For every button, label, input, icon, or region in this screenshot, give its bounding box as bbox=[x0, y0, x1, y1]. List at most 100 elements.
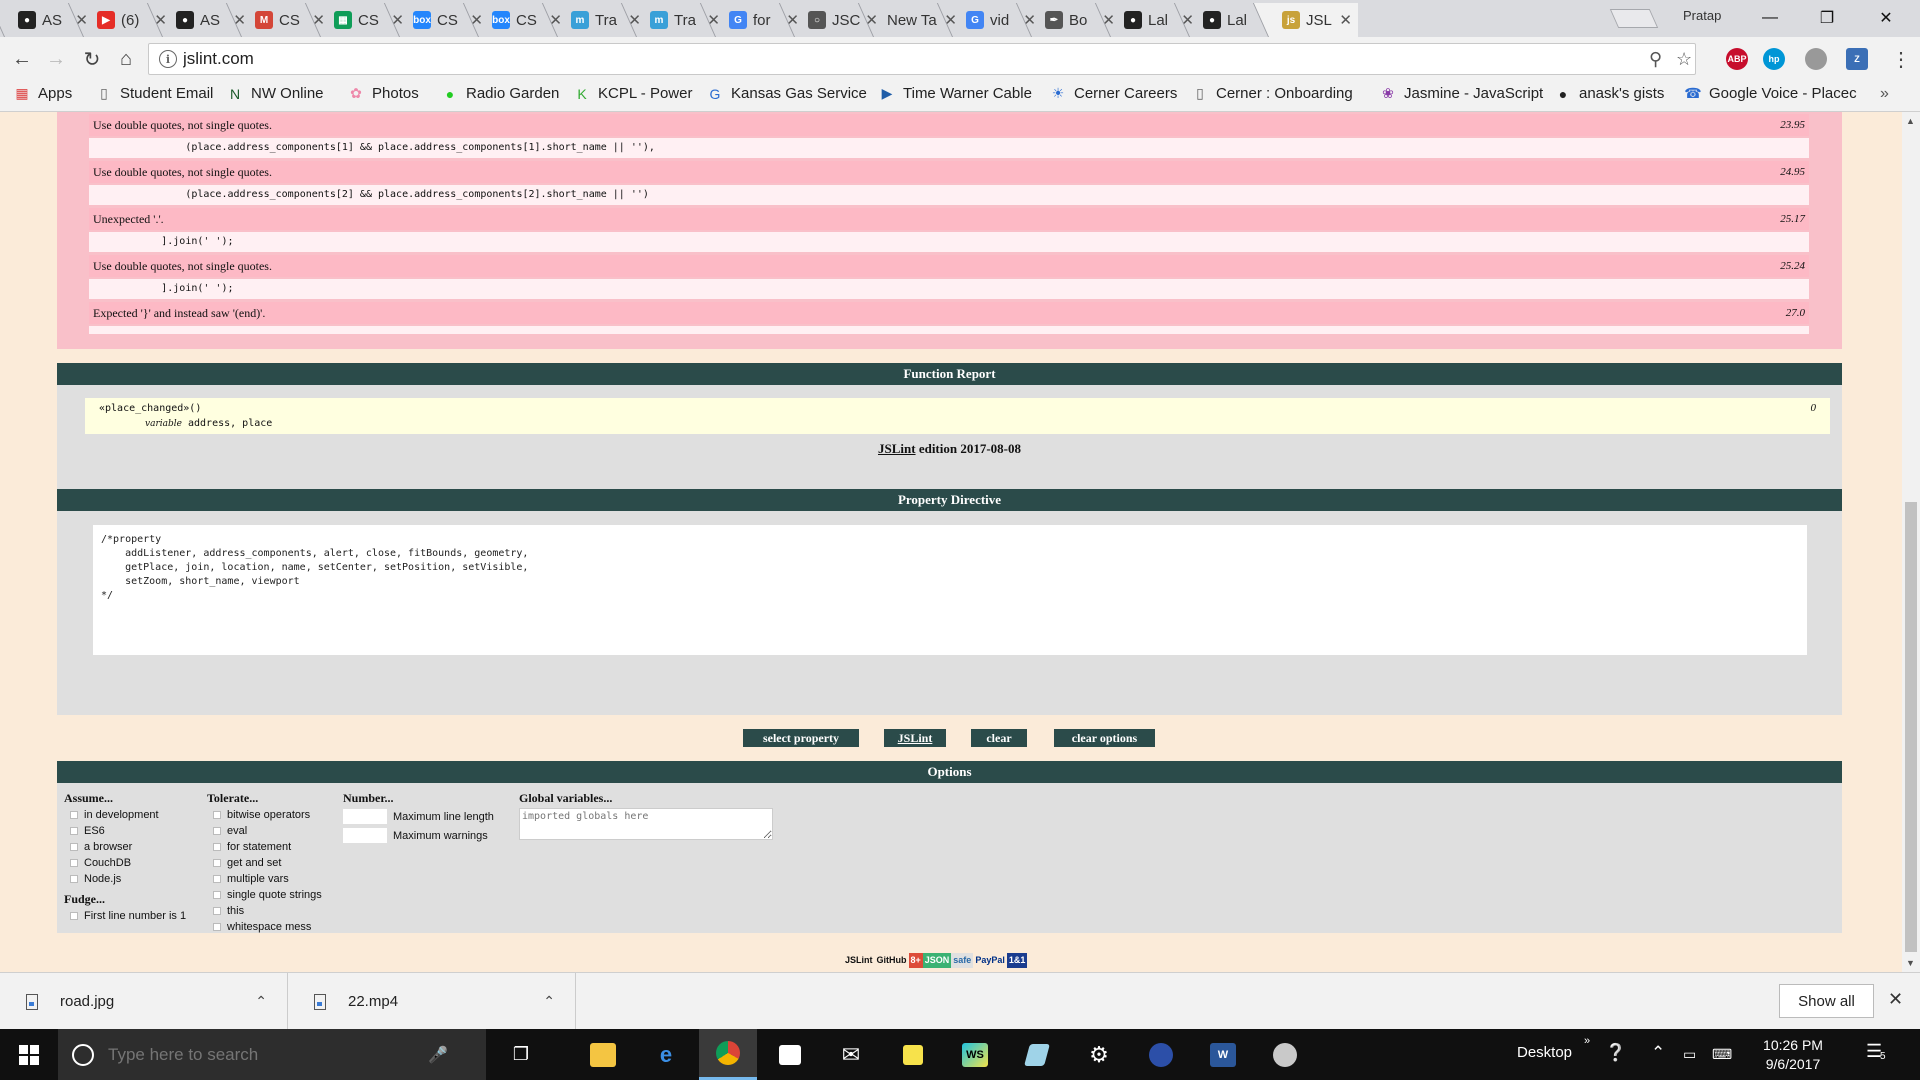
file-explorer-icon[interactable] bbox=[574, 1029, 632, 1080]
warning-location[interactable]: 24.95 bbox=[1780, 161, 1805, 183]
browser-tab[interactable]: js JSL ✕ bbox=[1252, 3, 1358, 37]
tolerate-option[interactable]: get and set bbox=[207, 855, 322, 871]
forward-arrow-icon[interactable]: → bbox=[42, 45, 70, 73]
download-item[interactable]: road.jpg ⌃ bbox=[0, 973, 288, 1030]
clock[interactable]: 10:26 PM 9/6/2017 bbox=[1752, 1036, 1834, 1074]
paint-icon[interactable] bbox=[1256, 1029, 1314, 1080]
clear-options-button[interactable]: clear options bbox=[1054, 729, 1155, 747]
clear-button[interactable]: clear bbox=[971, 729, 1027, 747]
warning-location[interactable]: 25.17 bbox=[1780, 208, 1805, 230]
checkbox[interactable] bbox=[213, 811, 221, 819]
restore-icon[interactable]: ❐ bbox=[1803, 4, 1851, 32]
download-menu-chevron-icon[interactable]: ⌃ bbox=[255, 993, 267, 1010]
mail-icon[interactable]: ✉ bbox=[822, 1029, 880, 1080]
page-scrollbar[interactable]: ▲ ▼ bbox=[1902, 112, 1920, 972]
assume-option[interactable]: in development bbox=[64, 807, 186, 823]
close-tab-icon[interactable]: ✕ bbox=[470, 11, 483, 29]
fudge-option[interactable]: First line number is 1 bbox=[64, 908, 186, 924]
assume-option[interactable]: Node.js bbox=[64, 871, 186, 887]
warning-location[interactable]: 23.95 bbox=[1780, 114, 1805, 136]
globals-input[interactable] bbox=[519, 808, 773, 840]
keyboard-icon[interactable]: ⌨ bbox=[1712, 1046, 1732, 1063]
close-tab-icon[interactable]: ✕ bbox=[1023, 11, 1036, 29]
bookmark-item[interactable]: ❀ Jasmine - JavaScript bbox=[1380, 85, 1543, 102]
checkbox[interactable] bbox=[213, 827, 221, 835]
footer-badge-github[interactable]: GitHub bbox=[874, 952, 909, 968]
assume-option[interactable]: ES6 bbox=[64, 823, 186, 839]
checkbox[interactable] bbox=[70, 827, 78, 835]
chrome-icon[interactable] bbox=[699, 1029, 757, 1080]
app-circle-icon[interactable] bbox=[1132, 1029, 1190, 1080]
bookmark-item[interactable]: ✿ Photos bbox=[348, 85, 419, 102]
battery-icon[interactable]: ▭ bbox=[1683, 1046, 1696, 1063]
bookmark-item[interactable]: ☎ Google Voice - Placec bbox=[1684, 85, 1856, 102]
task-view-icon[interactable]: ❐ bbox=[492, 1029, 550, 1080]
close-tab-icon[interactable]: ✕ bbox=[391, 11, 404, 29]
abp-extension-icon[interactable]: ABP bbox=[1726, 48, 1748, 70]
assume-option[interactable]: CouchDB bbox=[64, 855, 186, 871]
download-item[interactable]: 22.mp4 ⌃ bbox=[288, 973, 576, 1030]
action-center-icon[interactable]: ☰ 5 bbox=[1866, 1041, 1886, 1062]
close-tab-icon[interactable]: ✕ bbox=[944, 11, 957, 29]
close-download-bar-icon[interactable]: ✕ bbox=[1888, 989, 1903, 1010]
settings-gear-icon[interactable]: ⚙ bbox=[1070, 1029, 1128, 1080]
tolerate-option[interactable]: multiple vars bbox=[207, 871, 322, 887]
hp-extension-icon[interactable]: hp bbox=[1763, 48, 1785, 70]
checkbox[interactable] bbox=[70, 912, 78, 920]
reload-icon[interactable]: ↻ bbox=[78, 45, 106, 73]
close-tab-icon[interactable]: ✕ bbox=[549, 11, 562, 29]
scroll-thumb[interactable] bbox=[1905, 502, 1917, 952]
checkbox[interactable] bbox=[70, 811, 78, 819]
footer-badge-paypal[interactable]: PayPal bbox=[973, 952, 1007, 968]
close-tab-icon[interactable]: ✕ bbox=[1181, 11, 1194, 29]
notepad-icon[interactable] bbox=[1008, 1029, 1066, 1080]
close-window-icon[interactable]: ✕ bbox=[1862, 4, 1910, 32]
tolerate-option[interactable]: for statement bbox=[207, 839, 322, 855]
close-tab-icon[interactable]: ✕ bbox=[233, 11, 246, 29]
download-menu-chevron-icon[interactable]: ⌃ bbox=[543, 993, 555, 1010]
scroll-down-arrow-icon[interactable]: ▼ bbox=[1906, 958, 1915, 968]
assume-option[interactable]: a browser bbox=[64, 839, 186, 855]
footer-badge-jslint[interactable]: JSLint bbox=[843, 952, 875, 968]
bookmark-item[interactable]: ▯ Cerner : Onboarding bbox=[1192, 85, 1353, 102]
url-input[interactable] bbox=[183, 49, 1583, 69]
checkbox[interactable] bbox=[213, 923, 221, 931]
tolerate-option[interactable]: single quote strings bbox=[207, 887, 322, 903]
close-tab-icon[interactable]: ✕ bbox=[1339, 11, 1352, 29]
bookmark-star-icon[interactable]: ☆ bbox=[1676, 49, 1692, 70]
footer-badge-json[interactable]: JSON bbox=[922, 952, 952, 968]
close-tab-icon[interactable]: ✕ bbox=[865, 11, 878, 29]
z-extension-icon[interactable]: Z bbox=[1846, 48, 1868, 70]
number-input[interactable] bbox=[343, 809, 387, 824]
store-icon[interactable] bbox=[761, 1029, 819, 1080]
select-property-button[interactable]: select property bbox=[743, 729, 859, 747]
microphone-icon[interactable]: 🎤 bbox=[428, 1045, 448, 1065]
zoom-icon[interactable]: ⚲ bbox=[1649, 49, 1662, 70]
close-tab-icon[interactable]: ✕ bbox=[628, 11, 641, 29]
scroll-up-arrow-icon[interactable]: ▲ bbox=[1906, 116, 1915, 126]
profile-name[interactable]: Pratap bbox=[1683, 8, 1721, 23]
tolerate-option[interactable]: bitwise operators bbox=[207, 807, 322, 823]
checkbox[interactable] bbox=[70, 875, 78, 883]
home-icon[interactable]: ⌂ bbox=[112, 45, 140, 73]
webstorm-icon[interactable]: WS bbox=[946, 1029, 1004, 1080]
close-tab-icon[interactable]: ✕ bbox=[707, 11, 720, 29]
bookmark-item[interactable]: ▦ Apps bbox=[14, 85, 72, 102]
site-info-icon[interactable]: i bbox=[159, 50, 177, 68]
bookmark-item[interactable]: ● anask's gists bbox=[1555, 85, 1665, 102]
bookmark-item[interactable]: N NW Online bbox=[227, 85, 324, 102]
checkbox[interactable] bbox=[70, 859, 78, 867]
close-tab-icon[interactable]: ✕ bbox=[1102, 11, 1115, 29]
bookmark-item[interactable]: ▶ Time Warner Cable bbox=[879, 85, 1032, 102]
bookmark-item[interactable]: G Kansas Gas Service bbox=[707, 85, 867, 102]
show-all-button[interactable]: Show all bbox=[1779, 984, 1874, 1018]
footer-badge-8-[interactable]: 8+ bbox=[908, 952, 923, 968]
menu-icon[interactable]: ⋮ bbox=[1887, 45, 1915, 73]
close-tab-icon[interactable]: ✕ bbox=[75, 11, 88, 29]
help-icon[interactable]: ❔ bbox=[1605, 1043, 1626, 1063]
bookmark-item[interactable]: K KCPL - Power bbox=[574, 85, 692, 102]
bookmark-item[interactable]: ▯ Student Email bbox=[96, 85, 213, 102]
close-tab-icon[interactable]: ✕ bbox=[312, 11, 325, 29]
back-arrow-icon[interactable]: ← bbox=[8, 45, 36, 73]
close-tab-icon[interactable]: ✕ bbox=[154, 11, 167, 29]
